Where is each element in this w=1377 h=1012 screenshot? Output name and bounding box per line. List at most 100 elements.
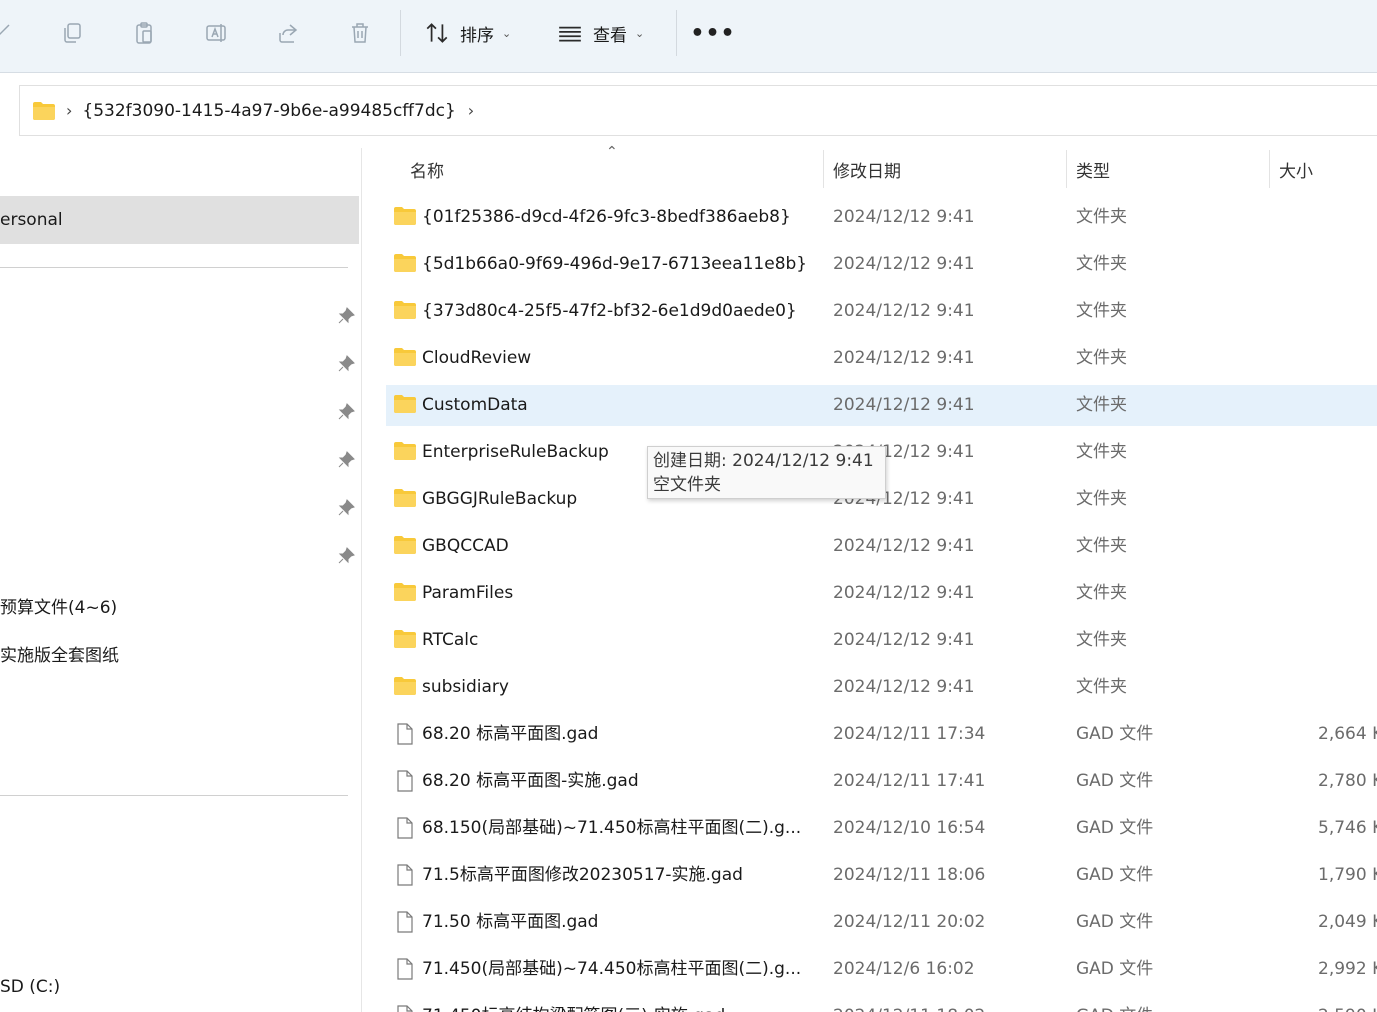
row-modified-date: 2024/12/11 17:34 [833, 724, 986, 744]
folder-row[interactable]: CloudReview 2024/12/12 9:41 文件夹 [386, 338, 1377, 379]
row-name: 68.20 标高平面图-实施.gad [422, 771, 639, 791]
view-label: 查看 [593, 25, 627, 46]
row-type: 文件夹 [1076, 442, 1127, 462]
file-row[interactable]: 71.50 标高平面图.gad 2024/12/11 20:02 GAD 文件 2,0… [386, 902, 1377, 943]
tooltip-description: 空文件夹 [653, 475, 721, 495]
column-header-label: 类型 [1076, 161, 1110, 182]
sort-icon [426, 23, 448, 43]
row-name: 71.50 标高平面图.gad [422, 912, 599, 932]
view-button[interactable]: 查看 ⌄ [557, 16, 644, 50]
paste-icon[interactable] [129, 18, 159, 48]
file-row[interactable]: 68.150(局部基础)~71.450标高柱平面图(二).g... 2024/12… [386, 808, 1377, 849]
folder-row[interactable]: ParamFiles 2024/12/12 9:41 文件夹 [386, 573, 1377, 614]
row-size: 2,590 K [1318, 996, 1377, 1012]
nav-divider [0, 267, 348, 268]
folder-row[interactable]: {373d80c4-25f5-47f2-bf32-6e1d9d0aede0} 20… [386, 291, 1377, 332]
row-type: 文件夹 [1076, 630, 1127, 650]
share-icon[interactable] [273, 18, 303, 48]
row-type: 文件夹 [1076, 536, 1127, 556]
row-modified-date: 2024/12/6 16:02 [833, 959, 975, 979]
row-size: 2,049 K [1318, 912, 1377, 932]
nav-item-drawings[interactable]: 实施版全套图纸 [0, 641, 119, 666]
delete-icon[interactable] [345, 18, 375, 48]
row-type: GAD 文件 [1076, 865, 1154, 885]
copy-icon[interactable] [57, 18, 87, 48]
row-type: GAD 文件 [1076, 996, 1153, 1012]
sort-button[interactable]: 排序 ⌄ [424, 16, 511, 50]
chevron-right-icon[interactable]: › [66, 101, 72, 120]
folder-row[interactable]: CustomData 2024/12/12 9:41 文件夹 [386, 385, 1377, 426]
file-row[interactable]: 71.450(局部基础)~74.450标高柱平面图(二).g... 2024/12… [386, 949, 1377, 990]
column-header-date[interactable]: 修改日期 [833, 148, 901, 190]
tooltip-created-date: 创建日期: 2024/12/12 9:41 [653, 451, 874, 471]
chevron-right-icon[interactable]: › [468, 101, 474, 120]
folder-icon [393, 582, 417, 604]
folder-row[interactable]: subsidiary 2024/12/12 9:41 文件夹 [386, 667, 1377, 708]
row-type: 文件夹 [1076, 207, 1127, 227]
row-size: 5,746 K [1318, 818, 1377, 838]
nav-item-budget-files[interactable]: 预算文件(4~6) [0, 593, 117, 618]
file-list: ⌃ 名称 修改日期 类型 大小 {01f25386-d9cd-4f26-9fc3… [386, 144, 1377, 1012]
column-header-type[interactable]: 类型 [1076, 148, 1110, 190]
nav-item-drive-c[interactable]: SD (C:) [0, 977, 60, 997]
column-divider[interactable] [1269, 150, 1270, 188]
folder-row[interactable]: {01f25386-d9cd-4f26-9fc3-8bedf386aeb8} 20… [386, 197, 1377, 238]
address-bar[interactable]: › {532f3090-1415-4a97-9b6e-a99485cff7dc}… [19, 85, 1377, 136]
folder-row[interactable]: GBQCCAD 2024/12/12 9:41 文件夹 [386, 526, 1377, 567]
row-name: subsidiary [422, 677, 509, 697]
column-header-size[interactable]: 大小 [1279, 148, 1313, 190]
cut-icon[interactable] [0, 18, 16, 48]
folder-row[interactable]: RTCalc 2024/12/12 9:41 文件夹 [386, 620, 1377, 661]
pin-icon [338, 403, 355, 420]
row-modified-date: 2024/12/12 9:41 [833, 301, 975, 321]
nav-item-personal[interactable]: ersonal [0, 196, 359, 244]
row-modified-date: 2024/12/11 18:02 [833, 996, 985, 1012]
row-type: 文件夹 [1076, 301, 1127, 321]
row-name: GBGGJRuleBackup [422, 489, 578, 509]
row-name: ParamFiles [422, 583, 514, 603]
column-divider[interactable] [1066, 150, 1067, 188]
breadcrumb-item[interactable]: {532f3090-1415-4a97-9b6e-a99485cff7dc} [82, 101, 455, 121]
file-row[interactable]: 68.20 标高平面图.gad 2024/12/11 17:34 GAD 文件 2,6… [386, 714, 1377, 755]
row-name: CustomData [422, 395, 528, 415]
file-icon [393, 864, 417, 886]
pin-icon [338, 499, 355, 516]
file-row[interactable]: 68.20 标高平面图-实施.gad 2024/12/11 17:41 GAD 文件… [386, 761, 1377, 802]
file-icon [393, 770, 417, 792]
row-modified-date: 2024/12/11 17:41 [833, 771, 986, 791]
row-type: GAD 文件 [1076, 724, 1154, 744]
pin-icon [338, 355, 355, 372]
file-icon [393, 1005, 417, 1012]
chevron-down-icon: ⌄ [502, 26, 512, 40]
row-type: 文件夹 [1076, 395, 1127, 415]
tooltip: 创建日期: 2024/12/12 9:41 空文件夹 [647, 446, 886, 499]
file-row[interactable]: 71.5标高平面图修改20230517-实施.gad 2024/12/11 18:… [386, 855, 1377, 896]
row-type: GAD 文件 [1076, 771, 1154, 791]
sort-ascending-icon: ⌃ [606, 144, 618, 160]
column-divider[interactable] [823, 150, 824, 188]
file-row[interactable]: 71.450标高结构梁配筋图(三)-实施.gad 2024/12/11 18:02… [386, 996, 1377, 1012]
row-name: EnterpriseRuleBackup [422, 442, 609, 462]
rename-icon[interactable] [201, 18, 231, 48]
more-options-icon[interactable]: ••• [690, 18, 734, 48]
row-type: 文件夹 [1076, 254, 1127, 274]
row-name: {01f25386-d9cd-4f26-9fc3-8bedf386aeb8} [422, 207, 791, 227]
file-icon [393, 958, 417, 980]
row-type: 文件夹 [1076, 583, 1127, 603]
folder-row[interactable]: {5d1b66a0-9f69-496d-9e17-6713eea11e8b} 20… [386, 244, 1377, 285]
row-modified-date: 2024/12/12 9:41 [833, 630, 975, 650]
row-name: {5d1b66a0-9f69-496d-9e17-6713eea11e8b} [422, 254, 808, 274]
folder-icon [393, 535, 417, 557]
row-name: 71.450(局部基础)~74.450标高柱平面图(二).g... [422, 959, 802, 979]
column-header-label: 名称 [410, 161, 444, 182]
pin-icon [338, 307, 355, 324]
folder-icon [393, 394, 417, 416]
column-header-name[interactable]: 名称 [410, 148, 444, 190]
row-modified-date: 2024/12/11 18:06 [833, 865, 986, 885]
folder-icon [393, 347, 417, 369]
folder-icon [393, 300, 417, 322]
row-modified-date: 2024/12/12 9:41 [833, 583, 975, 603]
row-modified-date: 2024/12/12 9:41 [833, 536, 975, 556]
pin-icon [338, 451, 355, 468]
row-modified-date: 2024/12/12 9:41 [833, 395, 975, 415]
